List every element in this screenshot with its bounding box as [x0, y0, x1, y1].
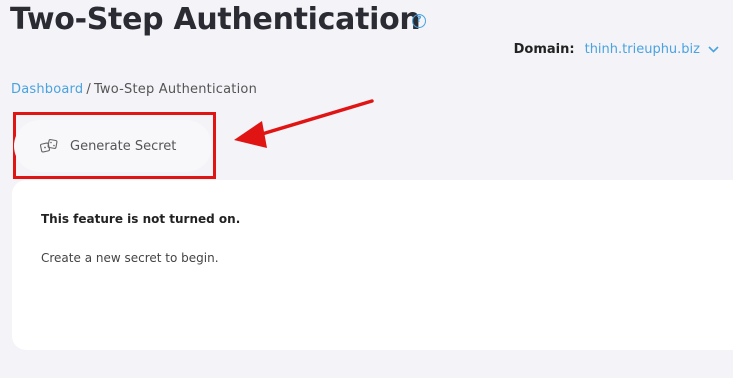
page-title: Two-Step Authentication — [10, 2, 421, 37]
breadcrumb-separator: / — [86, 82, 91, 97]
generate-secret-label: Generate Secret — [70, 138, 177, 154]
dice-icon — [40, 139, 58, 153]
breadcrumb-link-dashboard[interactable]: Dashboard — [11, 82, 83, 97]
breadcrumb: Dashboard / Two-Step Authentication — [11, 82, 257, 97]
feature-status-text: This feature is not turned on. — [41, 212, 241, 226]
status-card: This feature is not turned on. Create a … — [12, 180, 733, 350]
domain-selector: Domain: thinh.trieuphu.biz — [514, 42, 719, 57]
domain-dropdown[interactable]: thinh.trieuphu.biz — [585, 42, 719, 57]
generate-secret-button[interactable]: Generate Secret — [14, 120, 212, 172]
chevron-down-icon — [708, 46, 719, 53]
page: Two-Step Authentication ? Domain: thinh.… — [0, 0, 733, 378]
breadcrumb-current: Two-Step Authentication — [93, 82, 258, 97]
domain-value: thinh.trieuphu.biz — [584, 42, 700, 57]
question-circle-icon[interactable]: ? — [412, 14, 426, 28]
domain-label: Domain: — [513, 42, 575, 57]
feature-hint-text: Create a new secret to begin. — [41, 251, 219, 265]
